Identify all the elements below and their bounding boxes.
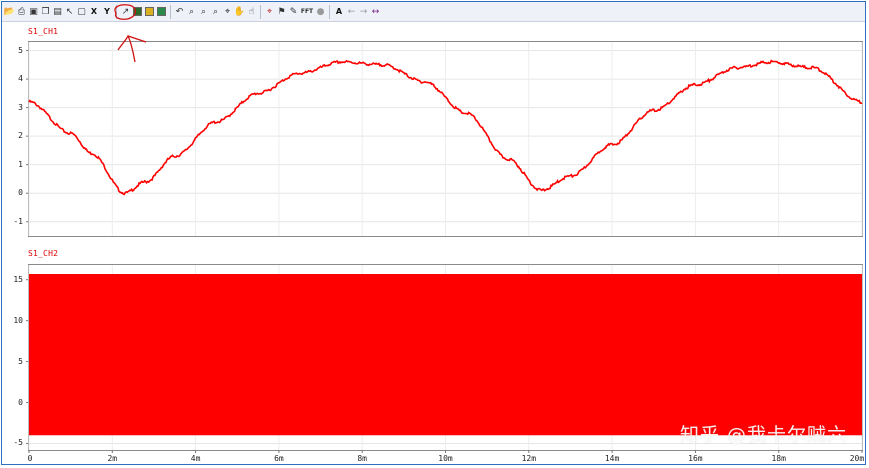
waveform-plot [26,4,863,453]
annotation-circle [114,4,137,20]
series-band-ch2 [29,274,862,436]
watermark-text: 知乎 @我卡尔贼六 [679,424,847,446]
annotation-arrow [117,34,147,63]
